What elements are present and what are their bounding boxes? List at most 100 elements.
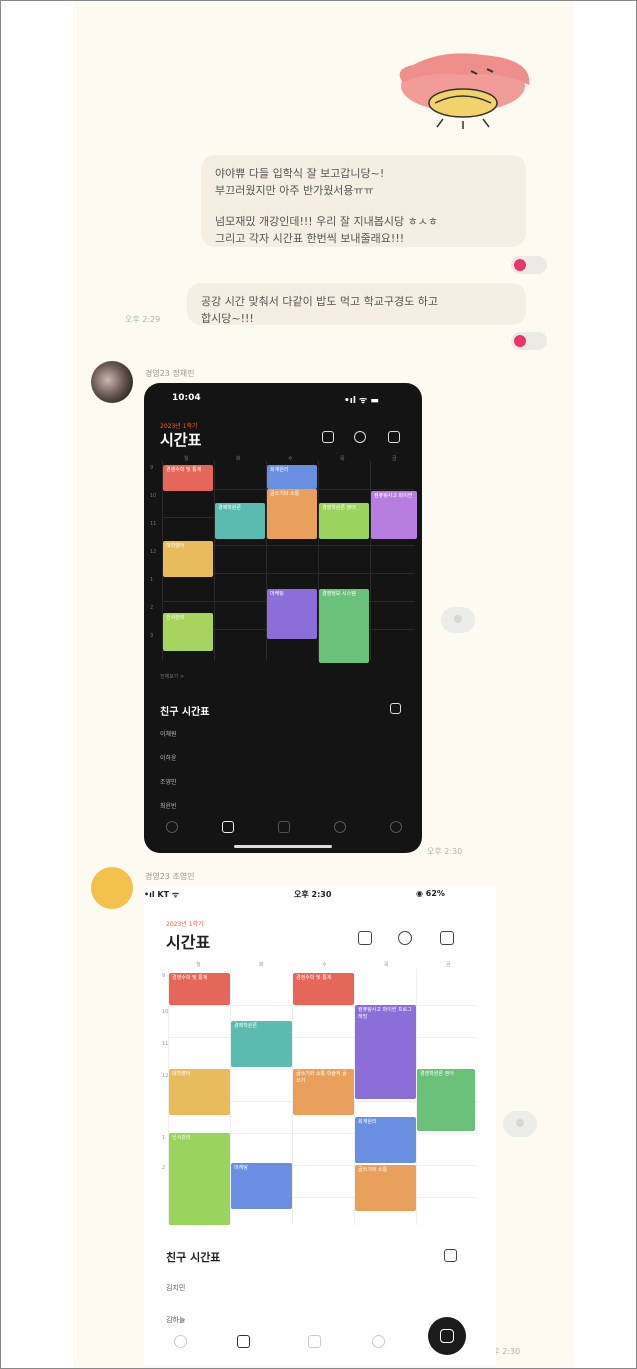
day-header: 화 (259, 962, 264, 968)
class-block[interactable]: 대학영어 (163, 541, 213, 577)
list-icon[interactable] (388, 431, 400, 443)
class-block[interactable]: 경영학원론 영어 (417, 1069, 475, 1131)
add-friend-icon[interactable] (444, 1249, 457, 1262)
day-header: 금 (446, 962, 451, 968)
class-block[interactable]: 경영정보 시스템 (319, 589, 369, 663)
class-block[interactable]: 경영수학 및 통계 (163, 465, 213, 491)
list-tab-icon[interactable] (278, 821, 290, 833)
bell-tab-icon[interactable] (334, 821, 346, 833)
timetable-screenshot-light[interactable]: •ıl KT ᯤ 오후 2:30 ◉ 62% 2023년 1학기 시간표 월 화… (144, 885, 496, 1365)
like-reaction[interactable] (511, 332, 547, 350)
class-block[interactable]: 경영수학 및 통계 (169, 973, 230, 1005)
add-icon[interactable] (322, 431, 334, 443)
class-block[interactable]: 경영수학 및 통계 (293, 973, 354, 1005)
message-line: 부끄러웠지만 아주 반가웠서용ㅠㅠ (215, 184, 374, 197)
add-friend-icon[interactable] (390, 703, 401, 714)
friend-item[interactable]: 최윤빈 (160, 801, 177, 810)
heart-icon (514, 259, 526, 271)
home-indicator (234, 845, 332, 848)
friend-item[interactable]: 김하늘 (166, 1315, 185, 1325)
add-icon[interactable] (358, 931, 372, 945)
class-block[interactable]: 마케팅 (231, 1163, 292, 1209)
share-button[interactable] (441, 607, 475, 633)
day-header: 수 (288, 456, 293, 462)
view-all-link[interactable]: 전체보기 > (160, 673, 184, 680)
class-block[interactable]: 글쓰기와 소통 학술적 글쓰기 (293, 1069, 354, 1115)
friends-timetable-title: 친구 시간표 (166, 1251, 221, 1264)
hour-label: 2 (150, 605, 154, 611)
message-bubble: 야야쀼 다들 입학식 잘 보고갑니당~! 부끄러웠지만 아주 반가웠서용ㅠㅠ 넘… (201, 155, 526, 247)
friend-item[interactable]: 이하윤 (160, 753, 177, 762)
page-title: 시간표 (166, 933, 211, 952)
day-header: 수 (322, 962, 327, 968)
shop-tab-icon[interactable] (390, 821, 402, 833)
class-block[interactable]: 마케팅 (267, 589, 317, 639)
message-line: 합시당~!!! (201, 312, 254, 325)
status-clock: 오후 2:30 (294, 890, 332, 899)
friend-item[interactable]: 이채원 (160, 729, 177, 738)
avatar[interactable] (91, 867, 133, 909)
day-header: 월 (184, 456, 189, 462)
timetable-tab-icon[interactable] (237, 1335, 250, 1348)
hour-label: 12 (150, 549, 157, 555)
gear-icon[interactable] (354, 431, 366, 443)
friends-timetable-title: 친구 시간표 (160, 707, 210, 718)
class-block[interactable]: 인사관리 (169, 1133, 230, 1225)
message-line: 공강 시간 맞춰서 다같이 밥도 먹고 학교구경도 하고 (201, 295, 438, 308)
class-block[interactable]: 컴퓨팅사고 파이썬 프로그래밍 (355, 1005, 416, 1099)
sender-name: 경영23 조영민 (145, 872, 195, 881)
hour-label: 1 (162, 1135, 166, 1141)
status-battery: ◉ 62% (416, 889, 445, 898)
hour-label: 11 (150, 521, 157, 527)
day-header: 목 (384, 962, 389, 968)
friend-item[interactable]: 조영민 (160, 777, 177, 786)
screen-capture-button[interactable] (428, 1317, 466, 1355)
class-block[interactable]: 회계원리 (355, 1117, 416, 1163)
bell-tab-icon[interactable] (372, 1335, 385, 1348)
home-tab-icon[interactable] (166, 821, 178, 833)
hour-label: 9 (162, 973, 166, 979)
day-header: 화 (236, 456, 241, 462)
message-line: 그리고 각자 시간표 한번씩 보내줄래요!!! (215, 232, 405, 245)
timetable-screenshot-dark[interactable]: 10:04 •ıl ᯤ ▬ 2023년 1학기 시간표 월 화 수 목 금 9 … (144, 383, 422, 853)
list-icon[interactable] (440, 931, 454, 945)
day-header: 월 (196, 962, 201, 968)
hour-label: 1 (150, 577, 154, 583)
message-bubble: 공강 시간 맞춰서 다같이 밥도 먹고 학교구경도 하고 합시당~!!! (187, 283, 526, 325)
list-tab-icon[interactable] (308, 1335, 321, 1348)
home-tab-icon[interactable] (174, 1335, 187, 1348)
hour-label: 9 (150, 465, 154, 471)
avatar[interactable] (91, 361, 133, 403)
message-line: 넘모재밌 개강인데!!! 우리 잘 지내봅시당 ㅎㅅㅎ (215, 215, 438, 228)
class-block[interactable]: 대학영어 (169, 1069, 230, 1115)
sender-name: 경영23 정채린 (145, 369, 195, 378)
day-header: 목 (340, 456, 345, 462)
status-clock: 10:04 (172, 393, 201, 403)
sleeping-creature-sticker (399, 53, 530, 129)
hour-label: 3 (150, 633, 154, 639)
day-header: 금 (392, 456, 397, 462)
gear-icon[interactable] (398, 931, 412, 945)
message-time: 오후 2:29 (125, 315, 161, 324)
semester-label: 2023년 1학기 (166, 921, 204, 928)
class-block[interactable]: 인사관리 (163, 613, 213, 651)
timetable-tab-icon[interactable] (222, 821, 234, 833)
heart-icon (514, 335, 526, 347)
share-button[interactable] (503, 1111, 537, 1137)
message-time: 오후 2:30 (427, 847, 463, 856)
class-block[interactable]: 경제학원론 (231, 1021, 292, 1067)
class-block[interactable]: 경제학원론 (215, 503, 265, 539)
message-line: 야야쀼 다들 입학식 잘 보고갑니당~! (215, 167, 385, 180)
screenshot-frame: 야야쀼 다들 입학식 잘 보고갑니당~! 부끄러웠지만 아주 반가웠서용ㅠㅠ 넘… (0, 0, 637, 1369)
like-reaction[interactable] (511, 256, 547, 274)
status-signal: •ıl ᯤ ▬ (344, 396, 379, 406)
class-block[interactable]: 글쓰기와 소통 (355, 1165, 416, 1211)
class-block[interactable]: 회계원리 (267, 465, 317, 489)
status-carrier: •ıl KT ᯤ (144, 890, 180, 899)
class-block[interactable]: 글쓰기와 소통 (267, 489, 317, 539)
class-block[interactable]: 경영학원론 영어 (319, 503, 369, 539)
hour-label: 10 (150, 493, 157, 499)
friend-item[interactable]: 김지민 (166, 1283, 185, 1293)
hour-label: 2 (162, 1165, 166, 1171)
class-block[interactable]: 컴퓨팅사고 파이썬 (371, 491, 417, 539)
